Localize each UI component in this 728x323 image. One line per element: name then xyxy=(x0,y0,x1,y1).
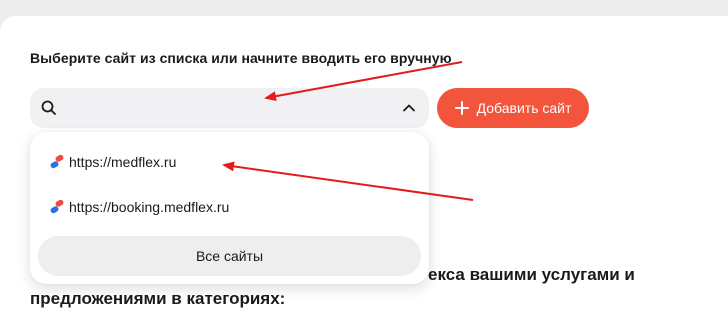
search-icon xyxy=(41,100,56,115)
dropdown-item-booking-medflex[interactable]: https://booking.medflex.ru xyxy=(30,192,429,222)
dropdown-item-label: https://medflex.ru xyxy=(69,154,177,170)
medflex-favicon-icon xyxy=(50,200,64,214)
dropdown-item-medflex[interactable]: https://medflex.ru xyxy=(30,147,429,177)
add-site-button-label: Добавить сайт xyxy=(476,100,572,116)
all-sites-button[interactable]: Все сайты xyxy=(38,236,421,276)
site-select-prompt: Выберите сайт из списка или начните ввод… xyxy=(30,50,452,66)
add-site-button[interactable]: Добавить сайт xyxy=(437,88,589,128)
description-line-2: предложениями в категориях: xyxy=(30,289,286,308)
medflex-favicon-icon xyxy=(50,155,64,169)
site-dropdown: https://medflex.ru https://booking.medfl… xyxy=(30,132,429,284)
dropdown-item-label: https://booking.medflex.ru xyxy=(69,199,230,215)
site-search-input[interactable] xyxy=(30,88,429,128)
chevron-up-icon[interactable] xyxy=(401,100,417,116)
plus-icon xyxy=(454,101,469,115)
